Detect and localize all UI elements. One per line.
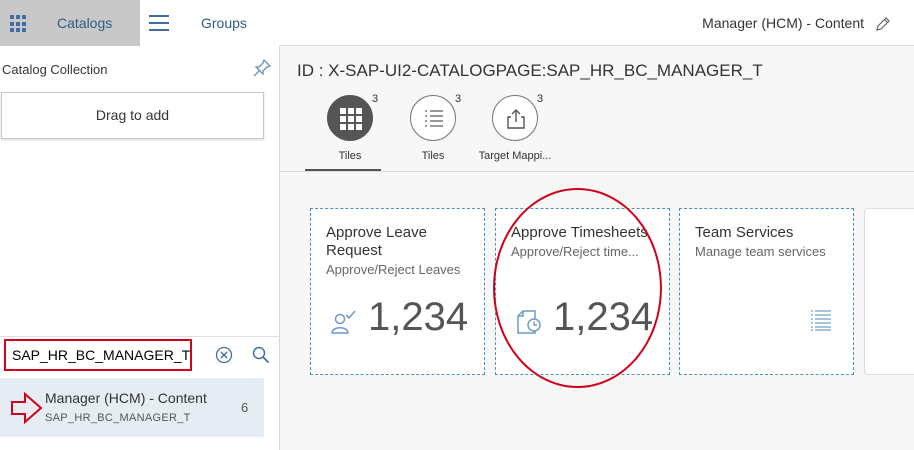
timesheet-icon (517, 310, 541, 334)
grid-icon (340, 108, 362, 130)
catalog-item-count: 6 (241, 400, 249, 415)
tile-number: 1,234 (368, 295, 469, 339)
tile-title: Approve Timesheets (511, 224, 648, 241)
catalog-sidebar: Catalogs Groups Catalog Collection Drag … (0, 0, 280, 450)
tile-subtitle: Approve/Reject Leaves (326, 262, 461, 277)
search-icon[interactable] (252, 346, 270, 364)
catalog-object-header: ID : X-SAP-UI2-CATALOGPAGE:SAP_HR_BC_MAN… (280, 46, 914, 172)
tab-count: 3 (372, 93, 379, 105)
share-icon (507, 109, 525, 129)
tile-number: 1,234 (553, 295, 654, 339)
tab-label: Target Mappi... (478, 150, 552, 162)
catalog-item-id: SAP_HR_BC_MANAGER_T (45, 412, 191, 424)
icon-tab-tiles[interactable]: 3 Tiles (305, 93, 392, 175)
tab-label: Tiles (338, 150, 362, 162)
arrow-annotation-icon (11, 391, 43, 425)
active-tab-indicator (305, 169, 381, 171)
tile-approve-timesheets[interactable]: Approve Timesheets Approve/Reject time..… (495, 208, 670, 375)
sidebar-tabbar: Catalogs Groups (0, 0, 280, 46)
list-icon (811, 310, 831, 331)
app-window: Catalogs Groups Catalog Collection Drag … (0, 0, 914, 450)
edit-icon[interactable] (875, 16, 891, 32)
page-title: Manager (HCM) - Content (702, 15, 864, 31)
tile-partial[interactable] (864, 208, 914, 375)
tab-catalogs-label: Catalogs (57, 15, 113, 31)
pin-icon[interactable] (253, 59, 271, 77)
tab-label: Tiles (421, 150, 445, 162)
list-icon (425, 110, 443, 127)
employee-approve-icon (331, 310, 356, 334)
drag-to-add-area[interactable]: Drag to add (1, 92, 264, 139)
content-header: Manager (HCM) - Content (280, 0, 914, 46)
catalog-item-title: Manager (HCM) - Content (45, 390, 207, 406)
tab-groups-label: Groups (201, 15, 247, 31)
icon-tab-target-mappings[interactable]: 3 Target Mappi... (477, 93, 557, 175)
catalog-search-input[interactable]: SAP_HR_BC_MANAGER_T (4, 339, 192, 371)
collection-title: Catalog Collection (2, 62, 108, 77)
clear-icon[interactable] (215, 346, 233, 364)
tile-team-services[interactable]: Team Services Manage team services (679, 208, 854, 375)
catalog-content: Manager (HCM) - Content ID : X-SAP-UI2-C… (280, 0, 914, 450)
tab-groups[interactable]: Groups (140, 0, 280, 46)
search-bar: SAP_HR_BC_MANAGER_T (0, 336, 280, 374)
tile-title: Approve Leave Request (326, 224, 427, 259)
apps-grid-icon (10, 15, 28, 33)
tile-title: Team Services (695, 224, 794, 241)
tile-subtitle: Approve/Reject time... (511, 244, 639, 259)
tile-subtitle: Manage team services (695, 244, 826, 259)
tab-catalogs[interactable]: Catalogs (0, 0, 140, 46)
tab-count: 3 (455, 93, 462, 105)
menu-icon (149, 15, 169, 31)
catalog-id: ID : X-SAP-UI2-CATALOGPAGE:SAP_HR_BC_MAN… (297, 61, 763, 80)
icon-tab-tiles-list[interactable]: 3 Tiles (395, 93, 475, 175)
tab-count: 3 (537, 93, 544, 105)
tile-approve-leave-request[interactable]: Approve Leave Request Approve/Reject Lea… (310, 208, 485, 375)
